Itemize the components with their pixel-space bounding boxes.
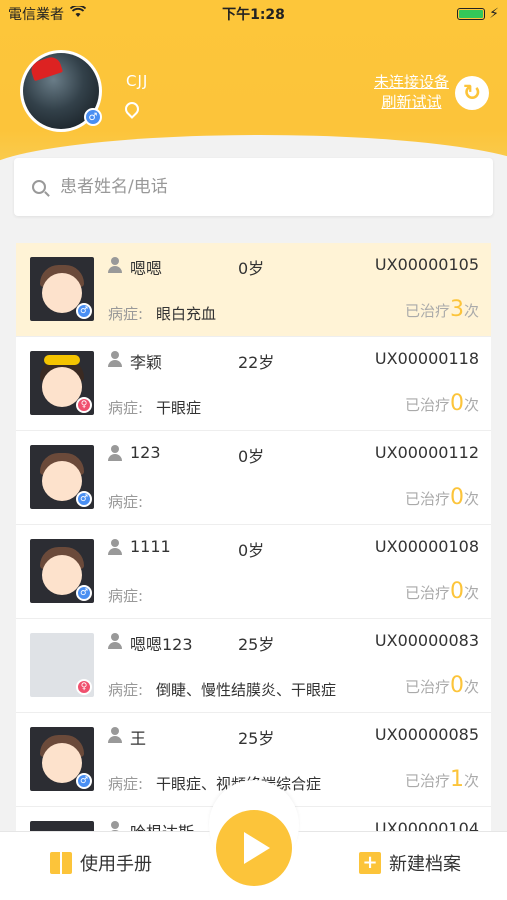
wifi-icon	[69, 4, 87, 22]
patient-name: 嗯嗯	[130, 259, 163, 278]
search-box[interactable]	[14, 158, 493, 216]
book-icon	[50, 852, 72, 874]
battery-icon	[457, 8, 486, 20]
play-button[interactable]	[216, 810, 292, 886]
person-icon	[108, 539, 122, 555]
patient-id: UX00000083	[374, 631, 479, 650]
patient-name: 1111	[130, 537, 171, 556]
charging-icon: ⚡	[489, 6, 499, 22]
user-avatar[interactable]: ♂	[20, 50, 102, 132]
treatment-count: 已治疗1次	[404, 767, 479, 792]
diagnosis-label: 病症:	[108, 493, 144, 511]
male-icon: ♂	[76, 585, 92, 601]
treatment-count: 已治疗0次	[404, 485, 479, 510]
battery-indicator: ⚡	[457, 6, 499, 22]
patient-avatar: ♂	[30, 445, 94, 509]
refresh-icon: ↻	[462, 80, 482, 106]
patient-id: UX00000118	[374, 349, 479, 368]
patient-card[interactable]: ♂ 1111 0岁 UX00000108 病症: 已治疗0次	[16, 525, 491, 619]
device-status-link[interactable]: 未连接设备 刷新试试	[374, 72, 449, 112]
user-manual-label: 使用手册	[80, 854, 152, 875]
diagnosis-value: 倒睫、慢性结膜炎、干眼症	[156, 681, 337, 699]
file-add-icon: +	[359, 852, 381, 874]
patient-id: UX00000085	[374, 725, 479, 744]
patient-avatar: ♂	[30, 257, 94, 321]
search-icon	[32, 180, 46, 194]
person-icon	[108, 633, 122, 649]
username: CJJ	[126, 72, 149, 90]
diagnosis-value: 干眼症	[156, 399, 202, 417]
patient-age: 25岁	[238, 729, 275, 748]
person-icon	[108, 257, 122, 273]
patient-avatar: ♀	[30, 633, 94, 697]
device-status-line2: 刷新试试	[381, 93, 442, 111]
patient-card[interactable]: ♂ 嗯嗯 0岁 UX00000105 病症: 眼白充血 已治疗3次	[16, 243, 491, 337]
battery-fill	[459, 10, 484, 18]
patient-avatar: ♂	[30, 539, 94, 603]
new-record-label: 新建档案	[389, 854, 461, 875]
patient-age: 25岁	[238, 635, 275, 654]
play-icon	[244, 832, 270, 864]
male-icon: ♂	[76, 773, 92, 789]
patient-age: 0岁	[238, 259, 265, 278]
search-input[interactable]	[60, 177, 460, 197]
male-icon: ♂	[76, 303, 92, 319]
diagnosis-label: 病症:	[108, 681, 144, 699]
patient-name: 嗯嗯123	[130, 635, 193, 654]
treatment-count: 已治疗0次	[404, 579, 479, 604]
patient-avatar: ♂	[30, 727, 94, 791]
patient-id: UX00000112	[374, 443, 479, 462]
male-icon: ♂	[84, 108, 102, 126]
new-record-button[interactable]: + 新建档案	[359, 850, 461, 876]
female-icon: ♀	[76, 397, 92, 413]
patient-age: 22岁	[238, 353, 275, 372]
carrier-area: 電信業者	[8, 4, 87, 24]
diagnosis-value: 眼白充血	[156, 305, 217, 323]
device-status-line1: 未连接设备	[373, 73, 449, 91]
patient-card[interactable]: ♀ 嗯嗯123 25岁 UX00000083 病症: 倒睫、慢性结膜炎、干眼症 …	[16, 619, 491, 713]
patient-age: 0岁	[238, 447, 265, 466]
status-bar: 電信業者 下午1:28 ⚡	[0, 0, 507, 28]
patient-id: UX00000105	[374, 255, 479, 274]
male-icon: ♂	[76, 491, 92, 507]
patient-name: 王	[130, 729, 147, 748]
treatment-count: 已治疗3次	[404, 297, 479, 322]
treatment-count: 已治疗0次	[404, 391, 479, 416]
person-icon	[108, 445, 122, 461]
patient-name: 李颖	[130, 353, 163, 372]
female-icon: ♀	[76, 679, 92, 695]
diagnosis-label: 病症:	[108, 775, 144, 793]
patient-name: 123	[130, 443, 161, 462]
refresh-button[interactable]: ↻	[455, 76, 489, 110]
patient-card[interactable]: ♀ 李颖 22岁 UX00000118 病症: 干眼症 已治疗0次	[16, 337, 491, 431]
diagnosis-label: 病症:	[108, 399, 144, 417]
treatment-count: 已治疗0次	[404, 673, 479, 698]
patient-card[interactable]: ♂ 123 0岁 UX00000112 病症: 已治疗0次	[16, 431, 491, 525]
person-icon	[108, 727, 122, 743]
patient-age: 0岁	[238, 541, 265, 560]
person-icon	[108, 351, 122, 367]
avatar-hat	[28, 54, 64, 82]
carrier-label: 電信業者	[8, 7, 64, 23]
patient-avatar: ♀	[30, 351, 94, 415]
diagnosis-label: 病症:	[108, 305, 144, 323]
diagnosis-label: 病症:	[108, 587, 144, 605]
user-manual-button[interactable]: 使用手册	[50, 850, 152, 876]
patient-id: UX00000108	[374, 537, 479, 556]
